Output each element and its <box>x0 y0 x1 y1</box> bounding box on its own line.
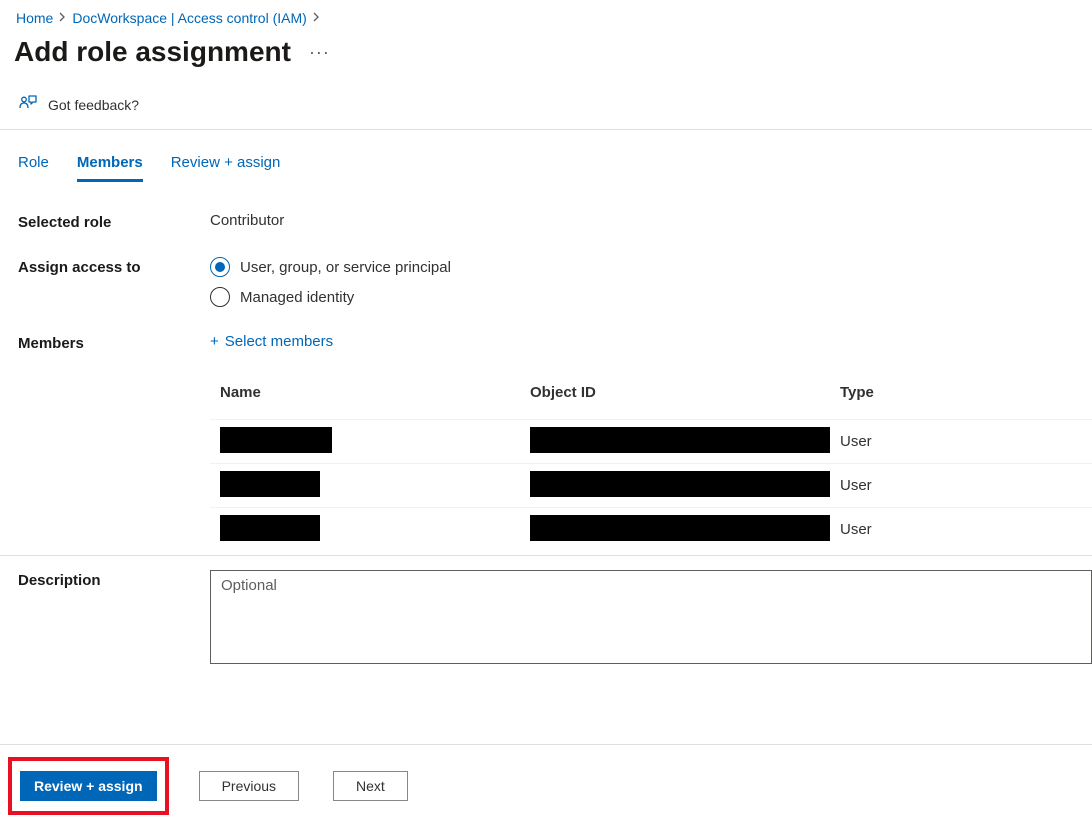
page-title: Add role assignment <box>14 36 291 68</box>
redacted-object-id <box>530 515 830 541</box>
breadcrumb-home[interactable]: Home <box>16 10 53 26</box>
members-table-section: Name Object ID Type User User User <box>0 374 1092 551</box>
row-type: User <box>840 521 1092 538</box>
radio-icon <box>210 257 230 277</box>
next-button[interactable]: Next <box>333 771 408 801</box>
feedback-icon <box>18 94 38 115</box>
row-selected-role: Selected role Contributor <box>18 212 1092 257</box>
feedback-row[interactable]: Got feedback? <box>0 78 1092 130</box>
redacted-object-id <box>530 427 830 453</box>
previous-button[interactable]: Previous <box>199 771 299 801</box>
form-area: Selected role Contributor Assign access … <box>0 182 1092 362</box>
radio-managed-identity[interactable]: Managed identity <box>210 287 1092 307</box>
chevron-right-icon <box>313 12 320 25</box>
assign-access-label: Assign access to <box>18 257 210 276</box>
radio-managed-label: Managed identity <box>240 289 354 306</box>
column-object-id: Object ID <box>530 384 840 401</box>
more-actions-button[interactable]: ··· <box>303 38 336 67</box>
select-members-label: Select members <box>225 333 333 350</box>
radio-icon <box>210 287 230 307</box>
table-row[interactable]: User <box>210 507 1092 551</box>
page-title-row: Add role assignment ··· <box>0 30 1092 78</box>
row-type: User <box>840 433 1092 450</box>
table-header: Name Object ID Type <box>210 374 1092 419</box>
chevron-right-icon <box>59 12 66 25</box>
select-members-link[interactable]: + Select members <box>210 333 1092 350</box>
radio-user-group[interactable]: User, group, or service principal <box>210 257 1092 277</box>
tab-role[interactable]: Role <box>18 154 49 182</box>
tab-members[interactable]: Members <box>77 154 143 182</box>
tab-review[interactable]: Review + assign <box>171 154 281 182</box>
feedback-label: Got feedback? <box>48 97 139 113</box>
row-assign-access: Assign access to User, group, or service… <box>18 257 1092 333</box>
description-label: Description <box>18 570 210 589</box>
review-assign-button[interactable]: Review + assign <box>20 771 157 801</box>
radio-user-label: User, group, or service principal <box>240 259 451 276</box>
redacted-name <box>220 515 320 541</box>
row-type: User <box>840 477 1092 494</box>
selected-role-value: Contributor <box>210 212 1092 229</box>
row-description: Description <box>0 555 1092 664</box>
row-members: Members + Select members <box>18 333 1092 362</box>
selected-role-label: Selected role <box>18 212 210 231</box>
redacted-name <box>220 427 332 453</box>
table-row[interactable]: User <box>210 419 1092 463</box>
redacted-name <box>220 471 320 497</box>
description-input[interactable] <box>210 570 1092 664</box>
footer: Review + assign Previous Next <box>0 744 1092 815</box>
column-type: Type <box>840 384 1092 401</box>
members-label: Members <box>18 333 210 352</box>
table-row[interactable]: User <box>210 463 1092 507</box>
highlight-box: Review + assign <box>8 757 169 815</box>
redacted-object-id <box>530 471 830 497</box>
plus-icon: + <box>210 333 219 350</box>
tabs: Role Members Review + assign <box>0 130 1092 182</box>
breadcrumb: Home DocWorkspace | Access control (IAM) <box>0 0 1092 30</box>
breadcrumb-workspace[interactable]: DocWorkspace | Access control (IAM) <box>72 10 306 26</box>
column-name: Name <box>220 384 530 401</box>
